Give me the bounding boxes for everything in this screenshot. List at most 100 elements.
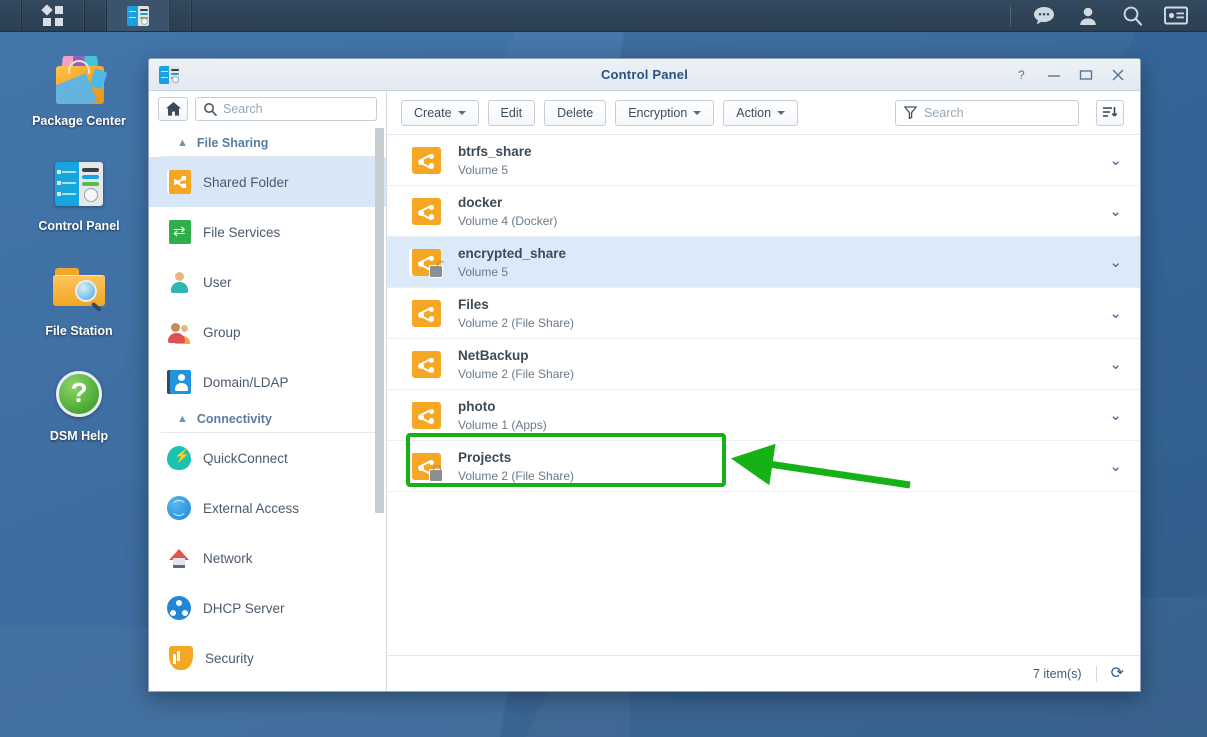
- file-station-icon: [50, 260, 108, 318]
- help-button[interactable]: ?: [1014, 67, 1030, 83]
- table-row[interactable]: NetBackup Volume 2 (File Share) ⌄: [387, 339, 1140, 390]
- chevron-down-icon[interactable]: ⌄: [1099, 408, 1122, 423]
- sidebar-search-placeholder: Search: [223, 102, 263, 116]
- caret-down-icon: [693, 110, 702, 115]
- contact-card-icon[interactable]: [1163, 3, 1189, 29]
- taskbar-tray: [1010, 0, 1207, 31]
- group-icon: [167, 320, 191, 344]
- desktop-icon-label: Control Panel: [38, 219, 120, 233]
- sidebar-item-external-access[interactable]: External Access: [149, 483, 386, 533]
- shared-folder-icon: [409, 299, 441, 327]
- row-volume: Volume 5: [458, 162, 509, 177]
- sidebar-item-label: DHCP Server: [203, 600, 285, 616]
- desktop-icon-package-center[interactable]: Package Center: [24, 50, 134, 129]
- action-button-label: Action: [736, 105, 772, 120]
- chevron-down-icon[interactable]: ⌄: [1099, 255, 1122, 270]
- table-row[interactable]: encrypted_share Volume 5 ⌄: [387, 237, 1140, 288]
- maximize-button[interactable]: [1078, 67, 1094, 83]
- row-name: photo: [458, 398, 496, 414]
- delete-button[interactable]: Delete: [544, 99, 607, 126]
- table-row[interactable]: photo Volume 1 (Apps) ⌄: [387, 390, 1140, 441]
- taskbar-app-control-panel[interactable]: [107, 0, 170, 31]
- row-volume: Volume 2 (File Share): [458, 468, 575, 483]
- sidebar-item-dhcp-server[interactable]: DHCP Server: [149, 583, 386, 633]
- chevron-down-icon[interactable]: ⌄: [1099, 306, 1122, 321]
- dsm-help-icon: ?: [50, 365, 108, 423]
- action-button[interactable]: Action: [723, 99, 799, 126]
- chevron-down-icon[interactable]: ⌄: [1099, 204, 1122, 219]
- row-name: NetBackup: [458, 347, 529, 363]
- taskbar-divider-cell: [170, 0, 192, 31]
- sidebar-item-label: External Access: [203, 500, 300, 516]
- table-row[interactable]: Files Volume 2 (File Share) ⌄: [387, 288, 1140, 339]
- control-panel-icon: [127, 5, 149, 26]
- person-icon[interactable]: [1075, 3, 1101, 29]
- table-row[interactable]: docker Volume 4 (Docker) ⌄: [387, 186, 1140, 237]
- sidebar-item-security[interactable]: Security: [149, 633, 386, 683]
- create-button-label: Create: [414, 105, 452, 120]
- sidebar-item-label: Domain/LDAP: [203, 374, 289, 390]
- desktop-icon-control-panel[interactable]: Control Panel: [24, 155, 134, 234]
- taskbar-divider-cell: [85, 0, 107, 31]
- desktop-icon-dsm-help[interactable]: ? DSM Help: [24, 365, 134, 444]
- sort-descending-button[interactable]: [1096, 99, 1124, 126]
- item-count-label: 7 item(s): [1032, 666, 1082, 681]
- chevron-down-icon[interactable]: ⌄: [1099, 153, 1122, 168]
- edit-button-label: Edit: [500, 105, 523, 120]
- package-center-icon: [50, 50, 108, 108]
- chevron-down-icon[interactable]: ⌄: [1099, 459, 1122, 474]
- control-panel-icon: [50, 155, 108, 213]
- window-title: Control Panel: [600, 67, 689, 82]
- filter-icon: [904, 106, 917, 119]
- main-menu-button[interactable]: [22, 0, 85, 31]
- sidebar-header: Search: [149, 93, 386, 125]
- home-icon: [165, 102, 181, 116]
- control-panel-window: Control Panel ? Search ▲ File Sharing Sh…: [148, 58, 1141, 692]
- sidebar-section-file-sharing[interactable]: ▲ File Sharing: [161, 131, 376, 157]
- sidebar-item-domain-ldap[interactable]: Domain/LDAP: [149, 357, 386, 407]
- window-body: Search ▲ File Sharing Shared Folder File…: [149, 91, 1140, 691]
- sidebar-item-quickconnect[interactable]: QuickConnect: [149, 433, 386, 483]
- row-name: encrypted_share: [458, 245, 567, 261]
- refresh-icon[interactable]: ⟳: [1111, 665, 1124, 682]
- sidebar-item-shared-folder[interactable]: Shared Folder: [149, 157, 386, 207]
- shared-folder-icon: [409, 350, 441, 378]
- row-name: Projects: [458, 449, 512, 465]
- dhcp-server-icon: [167, 596, 191, 620]
- sidebar-section-label: File Sharing: [196, 136, 269, 150]
- grid-menu-icon: [41, 3, 63, 26]
- desktop-icon-file-station[interactable]: File Station: [24, 260, 134, 339]
- row-volume: Volume 5: [458, 264, 509, 279]
- sidebar-scroll-area: ▲ File Sharing Shared Folder File Servic…: [149, 125, 386, 691]
- sidebar-item-group[interactable]: Group: [149, 307, 386, 357]
- row-name: btrfs_share: [458, 143, 532, 159]
- desktop-icon-label: Package Center: [32, 114, 126, 128]
- network-icon: [167, 546, 191, 570]
- sidebar-item-user[interactable]: User: [149, 257, 386, 307]
- window-titlebar[interactable]: Control Panel ?: [149, 59, 1140, 91]
- sidebar-scrollbar[interactable]: [375, 128, 384, 513]
- sidebar-section-label: Connectivity: [196, 412, 272, 426]
- filter-search-input[interactable]: Search: [895, 99, 1079, 126]
- sidebar-item-label: Group: [203, 324, 241, 340]
- row-volume: Volume 2 (File Share): [458, 366, 575, 381]
- chevron-up-icon: ▲: [177, 136, 188, 149]
- table-row[interactable]: btrfs_share Volume 5 ⌄: [387, 135, 1140, 186]
- home-button[interactable]: [158, 97, 188, 121]
- status-divider: [1095, 665, 1097, 682]
- shared-folder-encrypted-locked-icon: [409, 452, 443, 482]
- create-button[interactable]: Create: [401, 99, 479, 126]
- chat-bubble-icon[interactable]: [1031, 3, 1057, 29]
- sidebar-search-input[interactable]: Search: [195, 97, 377, 121]
- close-button[interactable]: [1110, 67, 1126, 83]
- table-row[interactable]: Projects Volume 2 (File Share) ⌄: [387, 441, 1140, 492]
- toolbar: Create Edit Delete Encryption Action Sea…: [387, 91, 1140, 135]
- sidebar-item-network[interactable]: Network: [149, 533, 386, 583]
- encryption-button[interactable]: Encryption: [615, 99, 715, 126]
- edit-button[interactable]: Edit: [487, 99, 536, 126]
- search-icon[interactable]: [1119, 3, 1145, 29]
- sidebar-item-file-services[interactable]: File Services: [149, 207, 386, 257]
- minimize-button[interactable]: [1046, 67, 1062, 83]
- sidebar-section-connectivity[interactable]: ▲ Connectivity: [161, 407, 376, 433]
- chevron-down-icon[interactable]: ⌄: [1099, 357, 1122, 372]
